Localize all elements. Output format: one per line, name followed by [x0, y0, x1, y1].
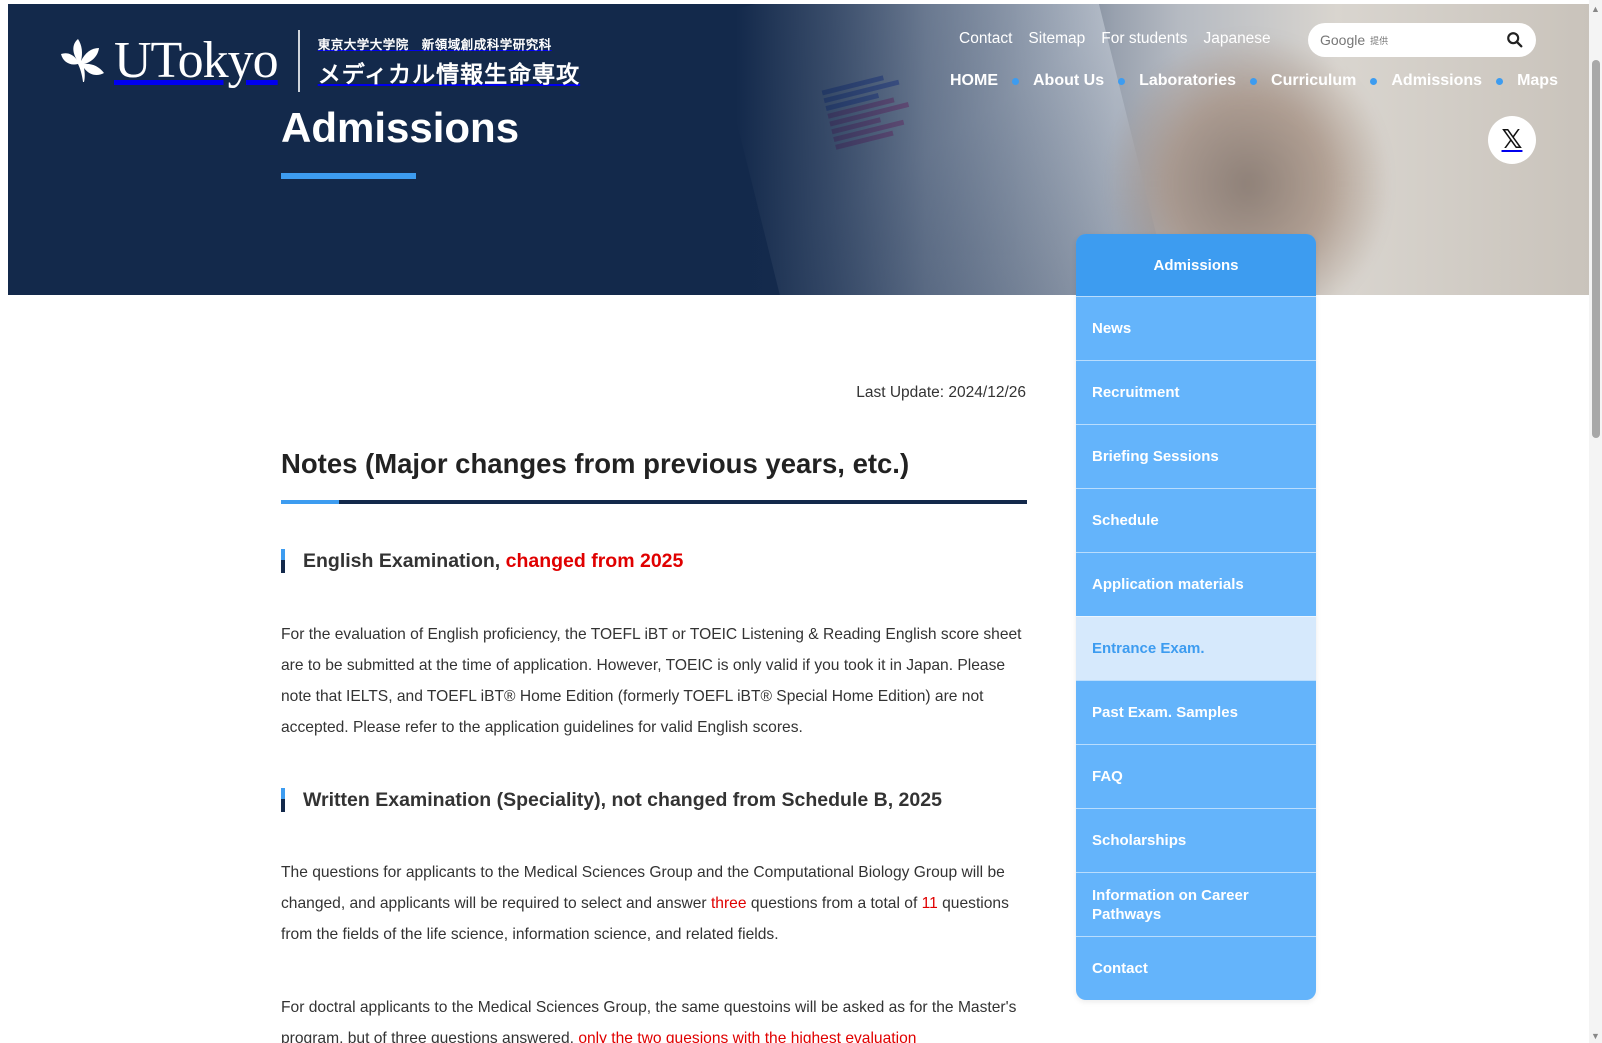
department-title: メディカル情報生命専攻 [317, 60, 581, 87]
util-link-sitemap[interactable]: Sitemap [1028, 30, 1085, 48]
search-provider-label: Google [1320, 32, 1366, 48]
logo-divider [297, 30, 300, 92]
nav-home[interactable]: HOME [950, 72, 998, 90]
scroll-down-arrow-icon[interactable]: ▼ [1590, 1031, 1601, 1042]
util-link-contact[interactable]: Contact [959, 30, 1012, 48]
english-exam-paragraph: For the evaluation of English proficienc… [281, 626, 1022, 736]
heading-marker [281, 549, 285, 573]
written-exam-paragraph: The questions for applicants to the Medi… [281, 864, 1009, 943]
side-item-faq[interactable]: FAQ [1076, 744, 1316, 808]
english-exam-change-note: changed from 2025 [505, 549, 684, 572]
scroll-up-arrow-icon[interactable]: ▲ [1590, 4, 1601, 15]
main-nav: HOME About Us Laboratories Curriculum Ad… [950, 72, 1558, 90]
util-link-japanese[interactable]: Japanese [1203, 30, 1270, 48]
logo-wordmark: UTokyo [114, 32, 279, 89]
side-item-briefing-sessions[interactable]: Briefing Sessions [1076, 424, 1316, 488]
school-name: 東京大学大学院 新領域創成科学研究科 [317, 37, 552, 52]
page-title: Admissions [281, 104, 520, 151]
heading-marker [281, 788, 285, 812]
nav-separator-dot [1496, 77, 1504, 85]
side-item-scholarships[interactable]: Scholarships [1076, 808, 1316, 872]
x-twitter-icon: 𝕏 [1501, 125, 1523, 155]
utility-nav: Contact Sitemap For students Japanese [959, 30, 1287, 48]
english-exam-heading: English Examination, changed from 2025 [281, 548, 683, 574]
site-logo[interactable]: UTokyo 東京大学大学院 新領域創成科学研究科 メディカル情報生命専攻 [58, 30, 580, 92]
search-provider-sub: 提供 [1370, 35, 1389, 46]
nav-curriculum[interactable]: Curriculum [1271, 72, 1356, 90]
section-title-rule [281, 500, 1027, 504]
search-box: Google 提供 [1308, 23, 1536, 57]
side-item-contact[interactable]: Contact [1076, 936, 1316, 1000]
nav-separator-dot [1250, 77, 1258, 85]
nav-maps[interactable]: Maps [1517, 72, 1558, 90]
last-update: Last Update: 2024/12/26 [856, 384, 1026, 401]
english-exam-heading-text: English Examination, [303, 549, 506, 572]
highlight-three: three [710, 895, 747, 912]
side-item-schedule[interactable]: Schedule [1076, 488, 1316, 552]
section-title: Notes (Major changes from previous years… [281, 448, 910, 479]
written-exam-heading: Written Examination (Speciality), not ch… [281, 787, 942, 813]
search-icon[interactable] [1506, 31, 1524, 49]
highlight-top-two: only the two quesions with the highest e… [578, 1030, 917, 1043]
nav-admissions[interactable]: Admissions [1391, 72, 1482, 90]
side-item-past-exam-samples[interactable]: Past Exam. Samples [1076, 680, 1316, 744]
util-link-for-students[interactable]: For students [1101, 30, 1187, 48]
nav-about-us[interactable]: About Us [1033, 72, 1104, 90]
title-underline [281, 173, 416, 179]
side-item-application-materials[interactable]: Application materials [1076, 552, 1316, 616]
scrollbar-thumb[interactable] [1592, 60, 1600, 438]
search-input[interactable] [1388, 32, 1506, 48]
nav-laboratories[interactable]: Laboratories [1139, 72, 1236, 90]
highlight-eleven: 11 [921, 895, 938, 912]
admissions-side-menu: Admissions News Recruitment Briefing Ses… [1076, 234, 1316, 1000]
x-social-button[interactable]: 𝕏 [1488, 116, 1536, 164]
nav-separator-dot [1370, 77, 1378, 85]
nav-separator-dot [1012, 77, 1019, 85]
department-name: 東京大学大学院 新領域創成科学研究科 メディカル情報生命専攻 [318, 34, 580, 89]
side-item-recruitment[interactable]: Recruitment [1076, 360, 1316, 424]
side-item-career-pathways[interactable]: Information on Career Pathways [1076, 872, 1316, 936]
side-item-news[interactable]: News [1076, 296, 1316, 360]
side-item-entrance-exam[interactable]: Entrance Exam. [1076, 616, 1316, 680]
ginkgo-logo-icon [61, 39, 104, 82]
nav-separator-dot [1118, 77, 1126, 85]
doctoral-paragraph: For doctral applicants to the Medical Sc… [281, 992, 1031, 1043]
written-exam-heading-text: Written Examination (Speciality), not ch… [303, 788, 942, 811]
side-menu-heading[interactable]: Admissions [1076, 234, 1316, 296]
